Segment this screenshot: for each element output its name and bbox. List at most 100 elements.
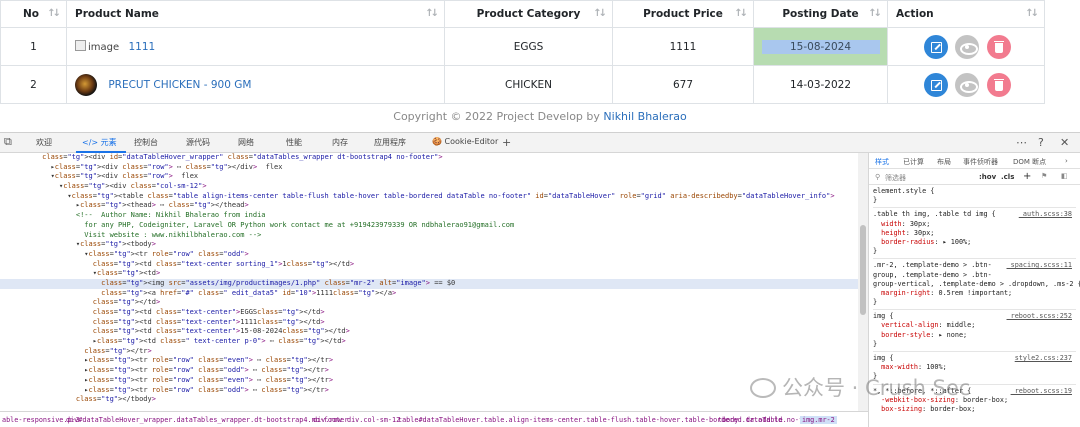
sort-icon[interactable]: ↑↓ bbox=[1025, 8, 1039, 19]
dom-node-line[interactable]: class="tg"><td class="text-center">15-08… bbox=[0, 327, 858, 337]
sort-icon[interactable]: ↑↓ bbox=[47, 8, 61, 19]
edit-icon[interactable] bbox=[924, 72, 948, 97]
dom-node-line[interactable]: <!-- Author Name: Nikhil Bhalerao from i… bbox=[0, 211, 858, 221]
dom-node-line[interactable]: ▾class="tg"><td> bbox=[0, 269, 858, 279]
dom-node-line[interactable]: class="tg"><img src="assets/img/producti… bbox=[0, 278, 858, 289]
dom-node-line[interactable]: for any PHP, Codeigniter, Laravel OR Pyt… bbox=[0, 221, 858, 231]
css-property-line[interactable]: border-radius: ▸ 100%; bbox=[873, 238, 1076, 247]
add-tab-icon[interactable]: + bbox=[502, 136, 511, 149]
header-posting-date[interactable]: Posting Date ↑↓ bbox=[753, 0, 888, 28]
css-property-line[interactable]: height: 30px; bbox=[873, 229, 1076, 238]
delete-icon[interactable] bbox=[986, 72, 1011, 97]
header-action[interactable]: Action ↑↓ bbox=[887, 0, 1045, 28]
view-icon[interactable] bbox=[955, 34, 980, 59]
css-selector-line[interactable]: group, .template-demo > .btn- bbox=[873, 271, 1076, 280]
tab-elements[interactable]: </> 元素 bbox=[82, 137, 117, 148]
sort-icon[interactable]: ↑↓ bbox=[425, 8, 439, 19]
view-icon[interactable] bbox=[955, 72, 980, 97]
close-icon[interactable]: ✕ bbox=[1060, 136, 1069, 149]
device-toolbar-icon[interactable]: ⧉ bbox=[4, 135, 12, 149]
styles-subtab[interactable]: DOM 断点 bbox=[1013, 157, 1046, 167]
author-link[interactable]: Nikhil Bhalerao bbox=[603, 110, 686, 123]
hover-state-button[interactable]: :hov bbox=[979, 173, 996, 181]
dom-node-line[interactable]: ▾class="tg"><table class="table align-it… bbox=[0, 192, 858, 202]
help-icon[interactable]: ? bbox=[1038, 136, 1044, 149]
dom-node-line[interactable]: ▸class="tg"><tr role="row" class="even">… bbox=[0, 376, 858, 386]
css-selector-line[interactable]: } bbox=[873, 340, 1076, 349]
css-selector-line[interactable]: } bbox=[873, 196, 1076, 205]
css-property-line[interactable]: box-sizing: border-box; bbox=[873, 405, 1076, 414]
header-no[interactable]: No ↑↓ bbox=[0, 0, 67, 28]
dom-node-line[interactable]: class="tg"></tr> bbox=[0, 347, 858, 357]
css-selector-line[interactable]: img {style2.css:237 bbox=[873, 354, 1076, 363]
breadcrumb-item[interactable]: div.col-sm-12 bbox=[347, 416, 400, 424]
edit-icon[interactable] bbox=[924, 34, 948, 59]
tab-welcome[interactable]: 欢迎 bbox=[36, 137, 52, 148]
styles-subtab[interactable]: 布局 bbox=[937, 157, 951, 167]
tab-sources[interactable]: 源代码 bbox=[186, 137, 210, 148]
dom-node-line[interactable]: ▸class="tg"><thead> ⋯ class="tg"></thead… bbox=[0, 201, 858, 211]
css-property-line[interactable]: max-width: 100%; bbox=[873, 363, 1076, 372]
dom-node-line[interactable]: Visit website : www.nikhilbhalerao.com -… bbox=[0, 231, 858, 241]
header-product-category[interactable]: Product Category ↑↓ bbox=[444, 0, 613, 28]
css-selector-line[interactable]: } bbox=[873, 298, 1076, 307]
class-button[interactable]: .cls bbox=[1001, 173, 1014, 181]
dom-node-line[interactable]: ▸class="tg"><tr role="row" class="even">… bbox=[0, 356, 858, 366]
dom-node-line[interactable]: class="tg"><td class="text-center">1111c… bbox=[0, 318, 858, 328]
dom-node-line[interactable]: ▸class="tg"><tr role="row" class="odd"> … bbox=[0, 386, 858, 396]
dom-node-line[interactable]: ▾class="tg"><tbody> bbox=[0, 240, 858, 250]
more-icon[interactable]: ⋯ bbox=[1016, 136, 1027, 149]
breadcrumb-item[interactable]: div#dataTableHover_wrapper.dataTables_wr… bbox=[66, 416, 348, 424]
dom-node-line[interactable]: ▸class="tg"><div class="row"> ⋯ class="t… bbox=[0, 163, 858, 173]
product-link[interactable]: 1111 bbox=[129, 41, 156, 53]
dom-node-line[interactable]: class="tg"></td> bbox=[0, 298, 858, 308]
new-rule-icon[interactable]: + bbox=[1023, 171, 1031, 182]
breadcrumb-item[interactable]: tr.odd bbox=[746, 416, 771, 424]
dom-node-line[interactable]: ▾class="tg"><tr role="row" class="odd"> bbox=[0, 250, 858, 260]
css-property-line[interactable]: border-style: ▸ none; bbox=[873, 331, 1076, 340]
css-selector-line[interactable]: img {_reboot.scss:252 bbox=[873, 312, 1076, 321]
paint-icon[interactable]: ⚑ bbox=[1041, 172, 1047, 180]
styles-subtab[interactable]: 样式 bbox=[875, 157, 889, 167]
breadcrumb-item[interactable]: img.mr-2 bbox=[800, 416, 837, 424]
css-selector-line[interactable]: .mr-2, .template-demo > .btn- _spacing.sc… bbox=[873, 261, 1076, 270]
css-selector-line[interactable]: element.style { bbox=[873, 187, 1076, 196]
elements-tree[interactable]: class="tg"><div id="dataTableHover_wrapp… bbox=[0, 153, 858, 411]
dom-node-line[interactable]: class="tg"><td class="text-center">EGGSc… bbox=[0, 308, 858, 318]
css-selector-line[interactable]: .table th img, .table td img {_auth.scss… bbox=[873, 210, 1076, 219]
scroll-thumb[interactable] bbox=[860, 225, 866, 315]
delete-icon[interactable] bbox=[986, 34, 1011, 59]
breadcrumb-item[interactable]: div.row bbox=[313, 416, 342, 424]
product-link[interactable]: PRECUT CHICKEN - 900 GM bbox=[108, 79, 251, 91]
filter-input[interactable]: 筛选器 bbox=[885, 173, 906, 183]
sidebar-toggle-icon[interactable]: ◧ bbox=[1061, 172, 1068, 180]
source-link[interactable]: _reboot.scss:252 bbox=[1007, 312, 1072, 321]
styles-subtab[interactable]: 事件侦听器 bbox=[963, 157, 998, 167]
breadcrumb-item[interactable]: td bbox=[774, 416, 782, 424]
header-product-name[interactable]: Product Name ↑↓ bbox=[66, 0, 445, 28]
sort-icon[interactable]: ↑↓ bbox=[868, 8, 882, 19]
source-link[interactable]: style2.css:237 bbox=[1015, 354, 1072, 363]
tab-network[interactable]: 网络 bbox=[238, 137, 254, 148]
css-property-line[interactable]: width: 30px; bbox=[873, 220, 1076, 229]
sort-icon[interactable]: ↑↓ bbox=[734, 8, 748, 19]
styles-subtab[interactable]: 已计算 bbox=[903, 157, 924, 167]
tab-performance[interactable]: 性能 bbox=[286, 137, 302, 148]
dom-node-line[interactable]: class="tg"><td class="text-center sortin… bbox=[0, 260, 858, 270]
source-link[interactable]: _auth.scss:38 bbox=[1019, 210, 1072, 219]
dom-node-line[interactable]: ▸class="tg"><td class=" text-center p-0"… bbox=[0, 337, 858, 347]
tab-memory[interactable]: 内存 bbox=[332, 137, 348, 148]
dom-node-line[interactable]: class="tg"><div id="dataTableHover_wrapp… bbox=[0, 153, 858, 163]
header-product-price[interactable]: Product Price ↑↓ bbox=[612, 0, 754, 28]
css-property-line[interactable]: vertical-align: middle; bbox=[873, 321, 1076, 330]
dom-node-line[interactable]: ▸class="tg"><tr role="row" class="odd"> … bbox=[0, 366, 858, 376]
dom-node-line[interactable]: ▾class="tg"><div class="row"> flex bbox=[0, 172, 858, 182]
tab-application[interactable]: 应用程序 bbox=[374, 137, 406, 148]
source-link[interactable]: _spacing.scss:11 bbox=[1007, 261, 1072, 270]
breadcrumb-item[interactable]: tbody bbox=[718, 416, 738, 424]
sort-icon[interactable]: ↑↓ bbox=[593, 8, 607, 19]
styles-subtab[interactable]: › bbox=[1065, 157, 1068, 165]
dom-node-line[interactable]: class="tg"><a href="#" class=" edit_data… bbox=[0, 289, 858, 299]
dom-node-line[interactable]: class="tg"></tbody> bbox=[0, 395, 858, 405]
tab-cookie-editor[interactable]: 🍪 Cookie-Editor bbox=[432, 137, 498, 146]
